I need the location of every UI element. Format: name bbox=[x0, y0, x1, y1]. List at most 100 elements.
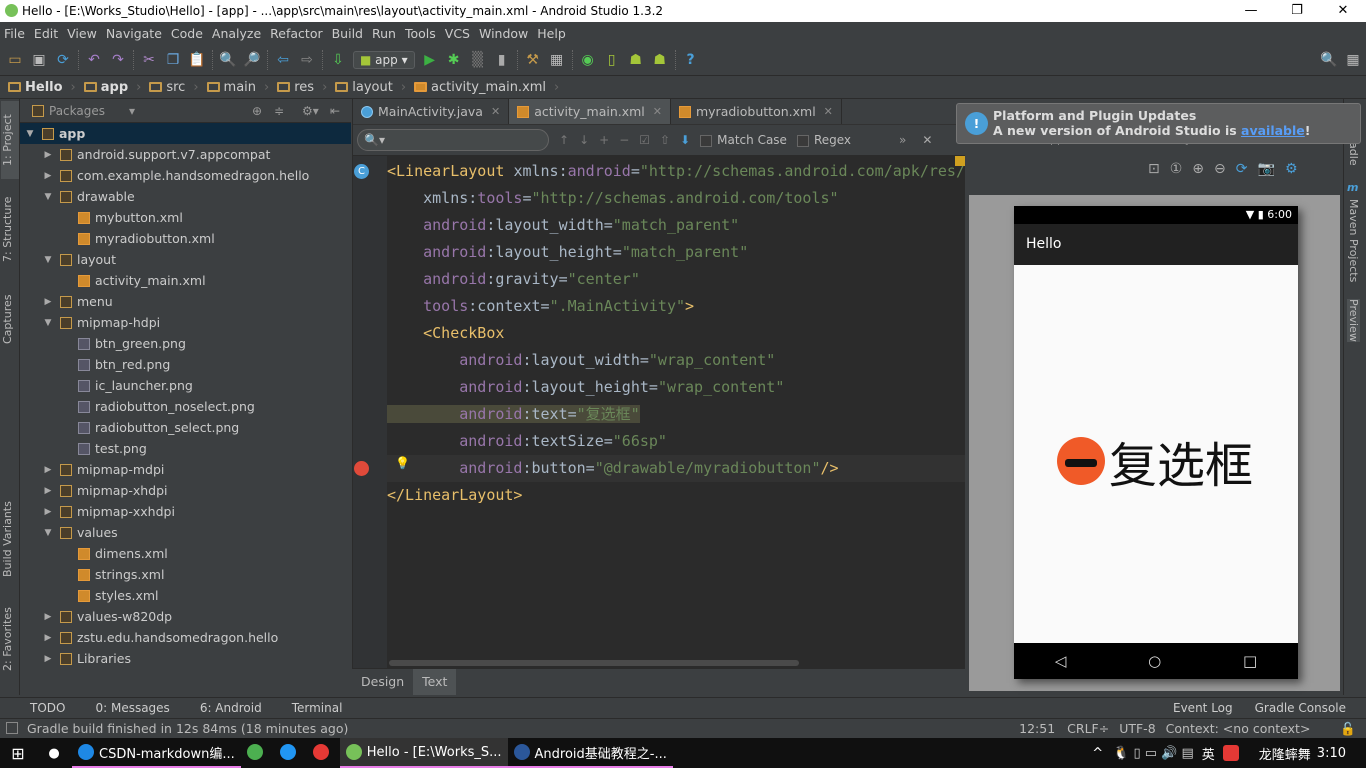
taskbar-app[interactable]: CSDN-markdown编... bbox=[72, 738, 241, 768]
zoom-in-icon[interactable]: ⊕ bbox=[1192, 161, 1204, 177]
tree-item[interactable]: ▶ mipmap-xxhdpi bbox=[20, 501, 351, 522]
find-input[interactable]: 🔍▾ bbox=[357, 129, 549, 151]
menu-tools[interactable]: Tools bbox=[405, 26, 436, 41]
project-view-dropdown[interactable]: Packages bbox=[49, 104, 105, 118]
tree-item[interactable]: ▼ mipmap-hdpi bbox=[20, 312, 351, 333]
tab-close-icon[interactable]: ✕ bbox=[824, 105, 833, 118]
cortana-icon[interactable]: ● bbox=[36, 746, 72, 761]
maven-tool-tab[interactable]: Maven Projects bbox=[1347, 199, 1360, 282]
taskbar-app[interactable] bbox=[307, 738, 340, 768]
tree-item[interactable]: styles.xml bbox=[20, 585, 351, 606]
expanded-arrow-icon[interactable]: ▼ bbox=[42, 528, 54, 538]
expanded-arrow-icon[interactable]: ▼ bbox=[42, 255, 54, 265]
update-notification[interactable]: ! Platform and Plugin Updates A new vers… bbox=[956, 103, 1361, 144]
minimize-button[interactable]: — bbox=[1228, 0, 1274, 22]
collapsed-arrow-icon[interactable]: ▶ bbox=[42, 150, 54, 160]
stop-icon[interactable]: ▮ bbox=[493, 51, 511, 69]
tree-item[interactable]: ▼ layout bbox=[20, 249, 351, 270]
menu-build[interactable]: Build bbox=[332, 26, 363, 41]
tree-item[interactable]: ▶ menu bbox=[20, 291, 351, 312]
tab-close-icon[interactable]: ✕ bbox=[491, 105, 500, 118]
next-occurrence-icon[interactable]: ↓ bbox=[579, 133, 589, 147]
screenshot-icon[interactable]: 📷 bbox=[1258, 161, 1275, 177]
tree-item[interactable]: activity_main.xml bbox=[20, 270, 351, 291]
sdk-manager-icon[interactable]: ▦ bbox=[548, 51, 566, 69]
save-icon[interactable]: ▣ bbox=[30, 51, 48, 69]
sync-icon[interactable]: ⟳ bbox=[54, 51, 72, 69]
menu-edit[interactable]: Edit bbox=[34, 26, 58, 41]
breadcrumb-item[interactable]: res › bbox=[277, 80, 327, 95]
breadcrumb-item[interactable]: src › bbox=[149, 80, 199, 95]
messages-tab[interactable]: 0: Messages bbox=[95, 701, 169, 715]
taskbar-app[interactable]: Hello - [E:\Works_S... bbox=[339, 738, 508, 768]
redo-icon[interactable]: ↷ bbox=[109, 51, 127, 69]
collapsed-arrow-icon[interactable]: ▶ bbox=[42, 654, 54, 664]
collapse-all-icon[interactable]: ≑ bbox=[274, 104, 284, 118]
menu-window[interactable]: Window bbox=[479, 26, 528, 41]
encoding[interactable]: UTF-8 bbox=[1119, 721, 1155, 736]
tree-item[interactable]: radiobutton_select.png bbox=[20, 417, 351, 438]
warning-marker[interactable] bbox=[955, 156, 965, 166]
debug-icon[interactable]: ✱ bbox=[445, 51, 463, 69]
run-icon[interactable]: ▶ bbox=[421, 51, 439, 69]
tab-activity_main-xml[interactable]: activity_main.xml ✕ bbox=[509, 99, 671, 124]
project-structure-icon[interactable]: ⚒ bbox=[524, 51, 542, 69]
collapsed-arrow-icon[interactable]: ▶ bbox=[42, 633, 54, 643]
expanded-arrow-icon[interactable]: ▼ bbox=[42, 192, 54, 202]
caret-position[interactable]: 12:51 bbox=[1019, 721, 1055, 736]
menu-view[interactable]: View bbox=[67, 26, 97, 41]
export-icon[interactable]: ⇧ bbox=[660, 133, 670, 147]
collapsed-arrow-icon[interactable]: ▶ bbox=[42, 465, 54, 475]
tree-item[interactable]: ▶ Libraries bbox=[20, 648, 351, 669]
event-log-tab[interactable]: Event Log bbox=[1173, 701, 1233, 715]
taskbar-app[interactable] bbox=[274, 738, 307, 768]
menu-analyze[interactable]: Analyze bbox=[212, 26, 261, 41]
tray-expand-icon[interactable]: ^ bbox=[1092, 746, 1103, 761]
menu-file[interactable]: File bbox=[4, 26, 25, 41]
expanded-arrow-icon[interactable]: ▼ bbox=[24, 129, 36, 139]
match-case-checkbox[interactable]: Match Case bbox=[700, 133, 787, 147]
start-icon[interactable]: ⊞ bbox=[0, 744, 36, 763]
filter-icon[interactable]: ⬇ bbox=[680, 133, 690, 147]
context[interactable]: Context: <no context> bbox=[1166, 721, 1311, 736]
tab-mainactivity-java[interactable]: MainActivity.java ✕ bbox=[353, 99, 510, 124]
structure-tool-tab[interactable]: 7: Structure bbox=[1, 194, 19, 264]
maximize-button[interactable]: ❐ bbox=[1274, 0, 1320, 22]
help-icon[interactable]: ? bbox=[682, 51, 700, 69]
tree-item[interactable]: mybutton.xml bbox=[20, 207, 351, 228]
copy-icon[interactable]: ❐ bbox=[164, 51, 182, 69]
search-everywhere-icon[interactable]: 🔍 bbox=[1320, 51, 1338, 69]
tab-myradiobutton-xml[interactable]: myradiobutton.xml ✕ bbox=[671, 99, 842, 124]
breadcrumb-item[interactable]: activity_main.xml › bbox=[414, 80, 559, 95]
collapsed-arrow-icon[interactable]: ▶ bbox=[42, 507, 54, 517]
breadcrumb-item[interactable]: Hello › bbox=[8, 80, 76, 95]
tree-item[interactable]: strings.xml bbox=[20, 564, 351, 585]
tree-item[interactable]: ▼ app bbox=[20, 123, 351, 144]
tree-item[interactable]: test.png bbox=[20, 438, 351, 459]
collapsed-arrow-icon[interactable]: ▶ bbox=[42, 486, 54, 496]
find-icon[interactable]: 🔍 bbox=[219, 51, 237, 69]
tree-item[interactable]: btn_green.png bbox=[20, 333, 351, 354]
terminal-tab[interactable]: Terminal bbox=[292, 701, 343, 715]
code-area[interactable]: <LinearLayout xmlns:android="http://sche… bbox=[387, 158, 974, 509]
preview-tool-tab[interactable]: Preview bbox=[1347, 299, 1360, 342]
paste-icon[interactable]: 📋 bbox=[188, 51, 206, 69]
breadcrumb-item[interactable]: app › bbox=[83, 80, 141, 95]
refresh-icon[interactable]: ⟳ bbox=[1236, 161, 1248, 177]
settings-icon[interactable]: ⚙▾ bbox=[302, 104, 319, 118]
remove-selection-icon[interactable]: − bbox=[619, 133, 629, 147]
close-find-icon[interactable]: ✕ bbox=[922, 133, 932, 147]
regex-checkbox[interactable]: Regex bbox=[796, 133, 851, 147]
collapsed-arrow-icon[interactable]: ▶ bbox=[42, 171, 54, 181]
clock[interactable]: 3:10 bbox=[1317, 746, 1346, 761]
breadcrumb-item[interactable]: main › bbox=[206, 80, 269, 95]
tree-item[interactable]: ▶ values-w820dp bbox=[20, 606, 351, 627]
tool-windows-toggle-icon[interactable] bbox=[6, 722, 18, 734]
avd-manager-icon[interactable]: ◉ bbox=[579, 51, 597, 69]
horizontal-scrollbar[interactable] bbox=[389, 660, 799, 666]
breadcrumb-item[interactable]: layout › bbox=[335, 80, 406, 95]
tree-item[interactable]: ▼ drawable bbox=[20, 186, 351, 207]
project-tool-tab[interactable]: 1: Project bbox=[1, 101, 19, 179]
tree-item[interactable]: ▼ values bbox=[20, 522, 351, 543]
tree-item[interactable]: ▶ com.example.handsomedragon.hello bbox=[20, 165, 351, 186]
